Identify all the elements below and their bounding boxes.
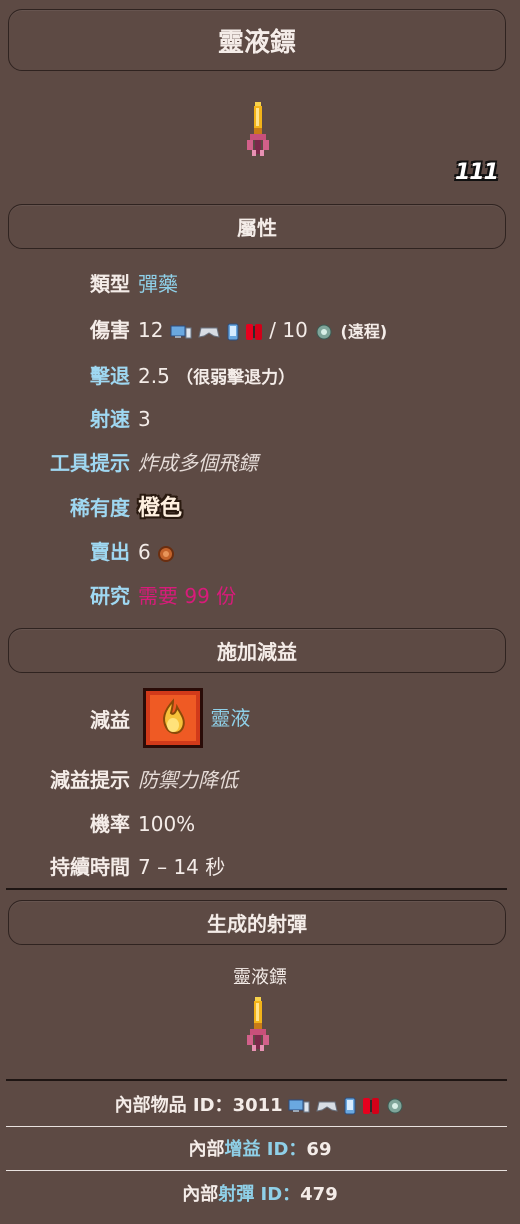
mobile-icon — [344, 1097, 356, 1115]
sell-label-link[interactable]: 賣 — [90, 540, 110, 564]
internal-buff-id: 內部增益 ID：69 — [188, 1139, 332, 1160]
speed-label-link-2[interactable]: 速 — [110, 407, 130, 431]
damage-label: 傷害 — [90, 318, 130, 342]
switch-icon — [245, 323, 262, 340]
speed-label-link[interactable]: 射 — [90, 407, 110, 431]
projectile-id-link[interactable]: 射彈 — [218, 1184, 254, 1205]
knockback-value: 2.5 — [138, 364, 170, 388]
sell-value: 6 — [138, 540, 151, 564]
row-knockback: 擊退 2.5 （很弱擊退力） — [0, 359, 520, 393]
console-controller-icon — [198, 327, 220, 338]
rarity-value: 橙色 — [138, 496, 183, 521]
damage-class: (遠程) — [340, 322, 388, 341]
rarity-label-link[interactable]: 稀有 — [70, 496, 110, 520]
tooltip-label-link-2[interactable]: 提示 — [90, 451, 130, 475]
row-tooltip: 工具提示 炸成多個飛鏢 — [0, 446, 520, 480]
divider — [6, 888, 507, 890]
copper-coin-icon — [158, 545, 175, 562]
rarity-badge: 111 — [455, 160, 499, 185]
internal-projectile-id: 內部射彈 ID：479 — [182, 1184, 338, 1205]
row-damage: 傷害 12 / 10 (遠程) — [0, 313, 520, 347]
row-duration: 持續時間 7 – 14 秒 — [0, 850, 520, 884]
debuff-label: 減益 — [90, 708, 130, 732]
research-label-link[interactable]: 研究 — [90, 584, 130, 608]
chance-value: 100% — [138, 812, 196, 836]
sell-label-link-2[interactable]: 出 — [110, 540, 130, 564]
row-rarity: 稀有度 橙色 — [0, 491, 520, 525]
knockback-label-link[interactable]: 擊 — [90, 364, 110, 388]
knockback-label-link-2[interactable]: 退 — [110, 364, 130, 388]
research-value: 需要 99 份 — [138, 584, 237, 608]
debuff-tooltip-label: 減益提示 — [50, 768, 130, 792]
rarity-label-link-2[interactable]: 度 — [110, 496, 130, 520]
page-title-text: 靈液鏢 — [217, 27, 296, 58]
chance-label: 機率 — [90, 812, 130, 836]
row-speed: 射速 3 — [0, 402, 520, 436]
section-header-attributes: 屬性 — [8, 204, 506, 249]
divider — [6, 1170, 507, 1171]
mobile-icon — [227, 323, 239, 340]
desktop-icon — [288, 1099, 310, 1113]
section-header-projectile: 生成的射彈 — [8, 900, 506, 945]
damage-value-secondary: 10 — [282, 318, 308, 342]
speed-value: 3 — [138, 407, 151, 431]
console-controller-icon — [316, 1101, 338, 1112]
row-sell: 賣出 6 — [0, 535, 520, 569]
item-id-value: 3011 — [232, 1095, 283, 1116]
desktop-icon — [170, 325, 192, 338]
tooltip-label-link[interactable]: 工具 — [50, 451, 90, 475]
divider — [6, 1079, 507, 1081]
row-research: 研究 需要 99 份 — [0, 579, 520, 613]
divider — [6, 1126, 507, 1127]
buff-id-link[interactable]: 增益 — [225, 1139, 261, 1160]
row-type: 類型 彈藥 — [0, 267, 520, 301]
section-header-debuff: 施加減益 — [8, 628, 506, 673]
debuff-tooltip-value: 防禦力降低 — [138, 768, 238, 792]
debuff-name-link[interactable]: 靈液 — [210, 706, 250, 730]
row-debuff-tooltip: 減益提示 防禦力降低 — [0, 763, 520, 797]
damage-separator: / — [269, 318, 276, 342]
type-label: 類型 — [90, 272, 130, 296]
ichor-debuff-icon[interactable] — [142, 687, 204, 749]
type-value-link[interactable]: 彈藥 — [138, 272, 178, 296]
projectile-id-value: 479 — [300, 1184, 338, 1205]
switch-icon — [362, 1098, 379, 1114]
internal-item-id: 內部物品 ID：3011 — [0, 1091, 520, 1117]
item-id-prefix: 內部物品 ID： — [114, 1095, 233, 1116]
tooltip-value: 炸成多個飛鏢 — [138, 451, 258, 475]
ichor-dart-sprite — [247, 102, 269, 156]
row-debuff-name: 減益 靈液 — [0, 688, 520, 748]
gear-icon — [316, 324, 332, 339]
projectile-sprite — [247, 997, 269, 1051]
buff-id-value: 69 — [306, 1139, 332, 1160]
knockback-description: （很弱擊退力） — [176, 368, 296, 388]
duration-label: 持續時間 — [50, 855, 130, 879]
page-title: 靈液鏢 — [8, 9, 506, 71]
row-chance: 機率 100% — [0, 807, 520, 841]
gear-icon — [387, 1098, 403, 1114]
damage-value-primary: 12 — [138, 318, 164, 342]
projectile-name: 靈液鏢 — [233, 967, 287, 988]
duration-value: 7 – 14 秒 — [138, 855, 226, 879]
